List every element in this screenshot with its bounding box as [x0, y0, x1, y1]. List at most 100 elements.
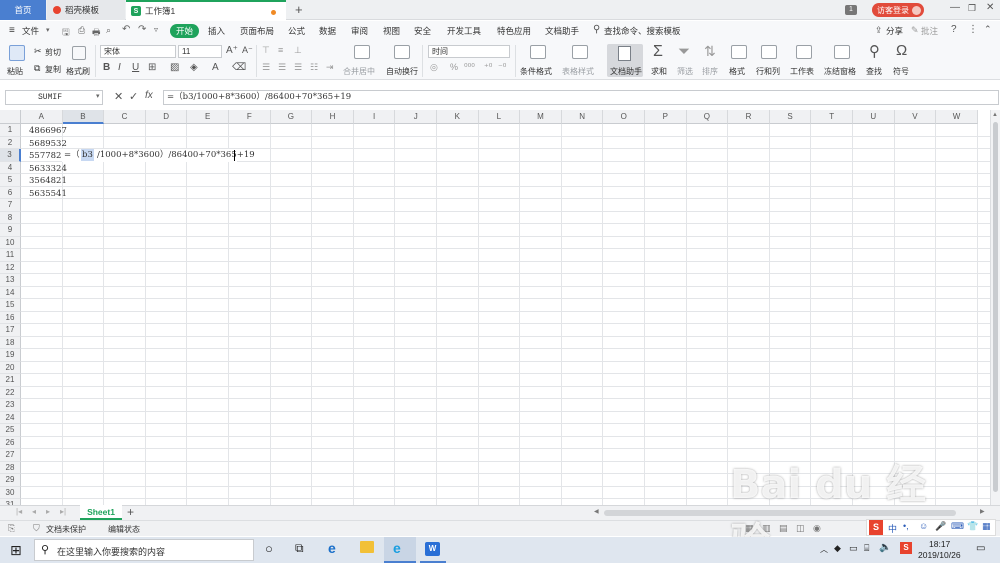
- row-header-18[interactable]: 18: [0, 336, 21, 349]
- add-sheet-icon[interactable]: +: [127, 505, 134, 519]
- scroll-up-icon[interactable]: ▲: [992, 112, 998, 118]
- ime-toolbar[interactable]: S 中 •, ☺ 🎤 ⌨ 👕 ▦: [866, 519, 996, 536]
- column-header-i[interactable]: I: [353, 110, 396, 124]
- row-header-9[interactable]: 9: [0, 224, 21, 237]
- ime-mic-icon[interactable]: 🎤: [935, 521, 946, 532]
- row-header-20[interactable]: 20: [0, 361, 21, 374]
- vertical-scrollbar[interactable]: ▲: [990, 110, 1000, 505]
- last-sheet-icon[interactable]: ▸|: [60, 507, 66, 516]
- bold-icon[interactable]: B: [103, 62, 110, 73]
- windows-start-icon[interactable]: ⊞: [10, 542, 22, 559]
- column-header-u[interactable]: U: [853, 110, 895, 124]
- row-header-7[interactable]: 7: [0, 199, 21, 212]
- window-count-badge[interactable]: 1: [845, 5, 857, 15]
- column-header-e[interactable]: E: [187, 110, 229, 124]
- row-header-29[interactable]: 29: [0, 474, 21, 487]
- row-header-16[interactable]: 16: [0, 311, 21, 324]
- distribute-icon[interactable]: ☷: [310, 62, 318, 73]
- taskbar-search-box[interactable]: ⚲ 在这里输入你要搜索的内容: [34, 539, 254, 561]
- column-header-h[interactable]: H: [312, 110, 354, 124]
- sort-button[interactable]: 排序: [702, 66, 718, 77]
- column-header-j[interactable]: J: [395, 110, 437, 124]
- page-layout-view-icon[interactable]: ▥: [762, 523, 771, 534]
- cell-a6[interactable]: 5635541: [29, 188, 67, 200]
- font-size-select[interactable]: 11: [178, 45, 222, 58]
- row-header-22[interactable]: 22: [0, 386, 21, 399]
- menu-developer[interactable]: 开发工具: [447, 25, 481, 37]
- indent-icon[interactable]: ⇥: [326, 62, 334, 73]
- new-tab-icon[interactable]: +: [295, 2, 303, 17]
- ime-mode-label[interactable]: 中: [888, 522, 897, 535]
- merge-center-button[interactable]: 合并居中: [343, 66, 375, 77]
- name-box[interactable]: SUMIF: [5, 90, 103, 105]
- row-header-17[interactable]: 17: [0, 324, 21, 337]
- percent-icon[interactable]: %: [450, 62, 458, 72]
- protect-status[interactable]: 文档未保护: [46, 524, 86, 535]
- doc-assistant-button[interactable]: 文档助手: [607, 44, 643, 77]
- macro-icon[interactable]: ⎘: [8, 523, 15, 534]
- sum-button[interactable]: 求和: [651, 66, 667, 77]
- page-break-view-icon[interactable]: ▤: [779, 523, 788, 534]
- row-header-6[interactable]: 6: [0, 186, 21, 199]
- help-icon[interactable]: ?: [951, 24, 957, 35]
- align-middle-icon[interactable]: ≡: [278, 45, 283, 55]
- menu-insert[interactable]: 插入: [208, 25, 225, 37]
- eye-protect-icon[interactable]: ◉: [813, 523, 821, 534]
- row-header-4[interactable]: 4: [0, 161, 21, 174]
- menu-review[interactable]: 审阅: [351, 25, 368, 37]
- row-header-25[interactable]: 25: [0, 424, 21, 437]
- row-header-24[interactable]: 24: [0, 411, 21, 424]
- format-button[interactable]: 格式: [729, 66, 745, 77]
- row-header-26[interactable]: 26: [0, 436, 21, 449]
- notification-icon[interactable]: ▭: [976, 543, 985, 554]
- worksheet-button[interactable]: 工作表: [790, 66, 814, 77]
- save-icon[interactable]: 🖫: [62, 25, 70, 41]
- menu-security[interactable]: 安全: [414, 25, 431, 37]
- align-top-icon[interactable]: ⊤: [262, 45, 270, 56]
- restore-icon[interactable]: ❐: [968, 3, 976, 14]
- scroll-left-icon[interactable]: ◀: [594, 508, 599, 515]
- ime-skin-icon[interactable]: 👕: [967, 521, 978, 532]
- wps-taskbar-button[interactable]: W: [420, 537, 446, 563]
- freeze-button[interactable]: 冻结窗格: [824, 66, 856, 77]
- customize-icon[interactable]: ▿: [154, 25, 158, 34]
- column-header-t[interactable]: T: [811, 110, 853, 124]
- comment-button[interactable]: 批注: [921, 25, 938, 37]
- menu-start[interactable]: 开始: [170, 24, 199, 38]
- column-header-g[interactable]: G: [270, 110, 313, 124]
- hamburger-icon[interactable]: ≡: [9, 25, 15, 36]
- row-header-2[interactable]: 2: [0, 136, 21, 149]
- undo-icon[interactable]: ↶: [122, 24, 130, 35]
- align-right-icon[interactable]: ☰: [294, 62, 302, 73]
- border-icon[interactable]: ⊞: [148, 62, 156, 73]
- column-header-o[interactable]: O: [603, 110, 645, 124]
- more-icon[interactable]: ⋮: [968, 24, 978, 35]
- row-header-12[interactable]: 12: [0, 261, 21, 274]
- menu-file[interactable]: 文件: [22, 25, 39, 37]
- row-header-1[interactable]: 1: [0, 124, 21, 137]
- column-header-n[interactable]: N: [561, 110, 604, 124]
- thousands-icon[interactable]: ⁰⁰⁰: [464, 62, 475, 73]
- confirm-formula-icon[interactable]: ✓: [129, 90, 138, 103]
- row-header-10[interactable]: 10: [0, 236, 21, 249]
- fill-bucket-icon[interactable]: ◈: [190, 62, 198, 73]
- formula-input[interactable]: =（b3/1000+8*3600）/86400+70*365+19: [163, 90, 999, 105]
- table-style-button[interactable]: 表格样式: [562, 66, 594, 77]
- decrease-decimal-icon[interactable]: ⁻⁰: [498, 62, 506, 73]
- select-all-corner[interactable]: [0, 110, 21, 124]
- column-header-m[interactable]: M: [520, 110, 562, 124]
- row-header-15[interactable]: 15: [0, 299, 21, 312]
- next-sheet-icon[interactable]: ▸: [46, 507, 50, 516]
- row-header-27[interactable]: 27: [0, 449, 21, 462]
- cancel-formula-icon[interactable]: ✕: [114, 90, 123, 103]
- row-header-28[interactable]: 28: [0, 461, 21, 474]
- ime-keyboard-icon[interactable]: ⌨: [951, 521, 964, 532]
- menu-special[interactable]: 特色应用: [497, 25, 531, 37]
- clock-date[interactable]: 2019/10/26: [918, 550, 961, 560]
- row-col-button[interactable]: 行和列: [756, 66, 780, 77]
- cut-button[interactable]: 剪切: [45, 47, 61, 58]
- row-header-8[interactable]: 8: [0, 211, 21, 224]
- clock-time[interactable]: 18:17: [929, 539, 950, 549]
- spreadsheet-grid[interactable]: ABCDEFGHIJKLMNOPQRSTUVW 1 2 3 4 5 6 7 8 9 10 11 12 1…: [0, 110, 990, 505]
- sheet-tab-sheet1[interactable]: Sheet1: [80, 505, 122, 520]
